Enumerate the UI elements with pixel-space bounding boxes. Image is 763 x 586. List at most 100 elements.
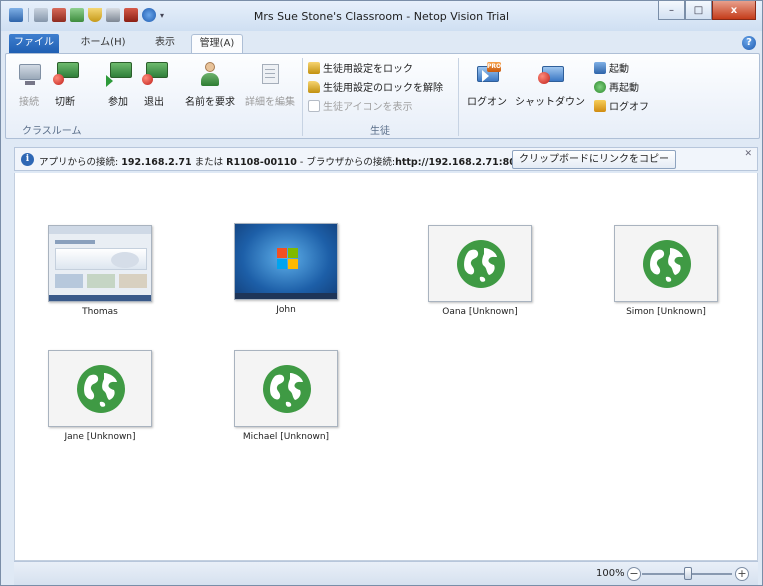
window-title: Mrs Sue Stone's Classroom - Netop Vision… <box>253 10 510 23</box>
disconnect-label: 切断 <box>55 97 75 108</box>
leave-button[interactable]: 退出 <box>138 62 170 108</box>
tab-view[interactable]: 表示 <box>145 34 185 53</box>
logoff-icon <box>594 99 606 112</box>
student-tile[interactable]: John <box>234 223 338 315</box>
join-icon <box>104 62 132 88</box>
info-browser-prefix: - ブラウザからの接続: <box>299 157 396 168</box>
shutdown-label: シャットダウン <box>515 97 585 108</box>
app-window: ▾ Mrs Sue Stone's Classroom - Netop Visi… <box>0 0 763 586</box>
restart-button[interactable]: 再起動 <box>594 79 639 94</box>
shutdown-icon <box>536 62 564 88</box>
zoom-level: 100% <box>596 568 625 579</box>
info-ip: 192.168.2.71 <box>121 157 192 168</box>
join-button[interactable]: 参加 <box>102 62 134 108</box>
zoom-in-button[interactable]: + <box>735 567 749 581</box>
disconnect-icon <box>51 62 79 88</box>
start-icon <box>594 61 606 74</box>
screen-thumbnail[interactable] <box>48 225 152 302</box>
student-name: Jane [Unknown] <box>64 432 136 442</box>
status-bar: 100% − + <box>14 561 758 585</box>
screen-thumbnail[interactable] <box>234 350 338 427</box>
globe-icon <box>643 240 691 288</box>
leave-label: 退出 <box>144 97 164 108</box>
unlock-icon <box>308 80 320 93</box>
tab-home[interactable]: ホーム(H) <box>75 34 131 53</box>
classroom-group-label: クラスルーム <box>22 126 82 137</box>
checkbox-icon <box>308 99 320 112</box>
edit-icon <box>256 62 284 88</box>
screen-thumbnail[interactable] <box>234 223 338 300</box>
connect-icon <box>15 62 43 88</box>
request-name-button[interactable]: 名前を要求 <box>182 62 238 108</box>
close-button[interactable]: x <box>712 1 756 20</box>
show-icon-label: 生徒アイコンを表示 <box>323 102 413 113</box>
group-separator <box>302 58 303 136</box>
shutdown-button[interactable]: シャットダウン <box>514 62 586 108</box>
leave-icon <box>140 62 168 88</box>
screen-thumbnail[interactable] <box>428 225 532 302</box>
connect-label: 接続 <box>19 97 39 108</box>
minimize-button[interactable]: – <box>658 1 685 20</box>
ribbon-tabs: ファイル ホーム(H) 表示 管理(A) ? <box>1 31 762 53</box>
restart-label: 再起動 <box>609 83 639 94</box>
student-name: Michael [Unknown] <box>242 432 330 442</box>
lock-settings-button[interactable]: 生徒用設定をロック <box>308 60 413 75</box>
join-label: 参加 <box>108 97 128 108</box>
screen-thumbnail[interactable] <box>48 350 152 427</box>
info-or: または <box>194 157 224 168</box>
student-tile[interactable]: Oana [Unknown] <box>428 225 532 317</box>
tab-manage[interactable]: 管理(A) <box>191 34 243 53</box>
connect-button[interactable]: 接続 <box>12 62 46 108</box>
zoom-slider-handle[interactable] <box>684 567 692 580</box>
help-button[interactable]: ? <box>742 36 756 50</box>
student-tile[interactable]: Simon [Unknown] <box>614 225 718 317</box>
students-group-label: 生徒 <box>370 126 390 137</box>
info-prefix: アプリからの接続: <box>39 157 119 168</box>
lock-settings-label: 生徒用設定をロック <box>323 64 413 75</box>
logon-label: ログオン <box>467 97 507 108</box>
info-url: http://192.168.2.71:80 <box>395 157 516 168</box>
globe-icon <box>263 365 311 413</box>
connection-info-bar: i アプリからの接続: 192.168.2.71 または R1108-00110… <box>14 147 758 171</box>
group-separator <box>458 58 459 136</box>
student-name: Oana [Unknown] <box>442 307 518 317</box>
start-button[interactable]: 起動 <box>594 60 629 75</box>
info-host: R1108-00110 <box>226 157 297 168</box>
copy-link-button[interactable]: クリップボードにリンクをコピー <box>512 150 676 169</box>
info-icon: i <box>21 153 34 166</box>
logon-icon: PRO <box>473 62 501 88</box>
edit-details-label: 詳細を編集 <box>245 97 295 108</box>
maximize-button[interactable]: □ <box>685 1 712 20</box>
unlock-settings-button[interactable]: 生徒用設定のロックを解除 <box>308 79 443 94</box>
logoff-label: ログオフ <box>609 102 649 113</box>
lock-icon <box>308 61 320 74</box>
disconnect-button[interactable]: 切断 <box>48 62 82 108</box>
window-controls: – □ x <box>658 1 756 20</box>
student-name: Thomas <box>82 307 118 317</box>
student-grid: Thomas John Oana [Unknown] Simon [Unknow… <box>14 173 758 561</box>
person-icon <box>196 62 224 88</box>
unlock-settings-label: 生徒用設定のロックを解除 <box>323 83 443 94</box>
start-label: 起動 <box>609 64 629 75</box>
restart-icon <box>594 80 606 93</box>
globe-icon <box>457 240 505 288</box>
zoom-out-button[interactable]: − <box>627 567 641 581</box>
tab-file[interactable]: ファイル <box>9 34 59 53</box>
windows-logo-icon <box>277 248 299 270</box>
globe-icon <box>77 365 125 413</box>
edit-details-button[interactable]: 詳細を編集 <box>242 62 298 108</box>
student-name: John <box>276 305 296 315</box>
student-name: Simon [Unknown] <box>626 307 706 317</box>
ribbon-panel: 接続 切断 クラスルーム 参加 退出 名前を要求 詳細を編集 生徒用設定をロック… <box>5 53 760 139</box>
close-icon[interactable]: ✕ <box>744 149 752 159</box>
student-tile[interactable]: Jane [Unknown] <box>48 350 152 442</box>
request-name-label: 名前を要求 <box>185 97 235 108</box>
show-icon-checkbox[interactable]: 生徒アイコンを表示 <box>308 98 413 113</box>
logon-button[interactable]: PRO ログオン <box>462 62 512 108</box>
student-tile[interactable]: Michael [Unknown] <box>234 350 338 442</box>
screen-thumbnail[interactable] <box>614 225 718 302</box>
logoff-button[interactable]: ログオフ <box>594 98 649 113</box>
title-bar: ▾ Mrs Sue Stone's Classroom - Netop Visi… <box>1 1 762 31</box>
student-tile[interactable]: Thomas <box>48 225 152 317</box>
connection-info-text: アプリからの接続: 192.168.2.71 または R1108-00110 -… <box>39 154 516 168</box>
